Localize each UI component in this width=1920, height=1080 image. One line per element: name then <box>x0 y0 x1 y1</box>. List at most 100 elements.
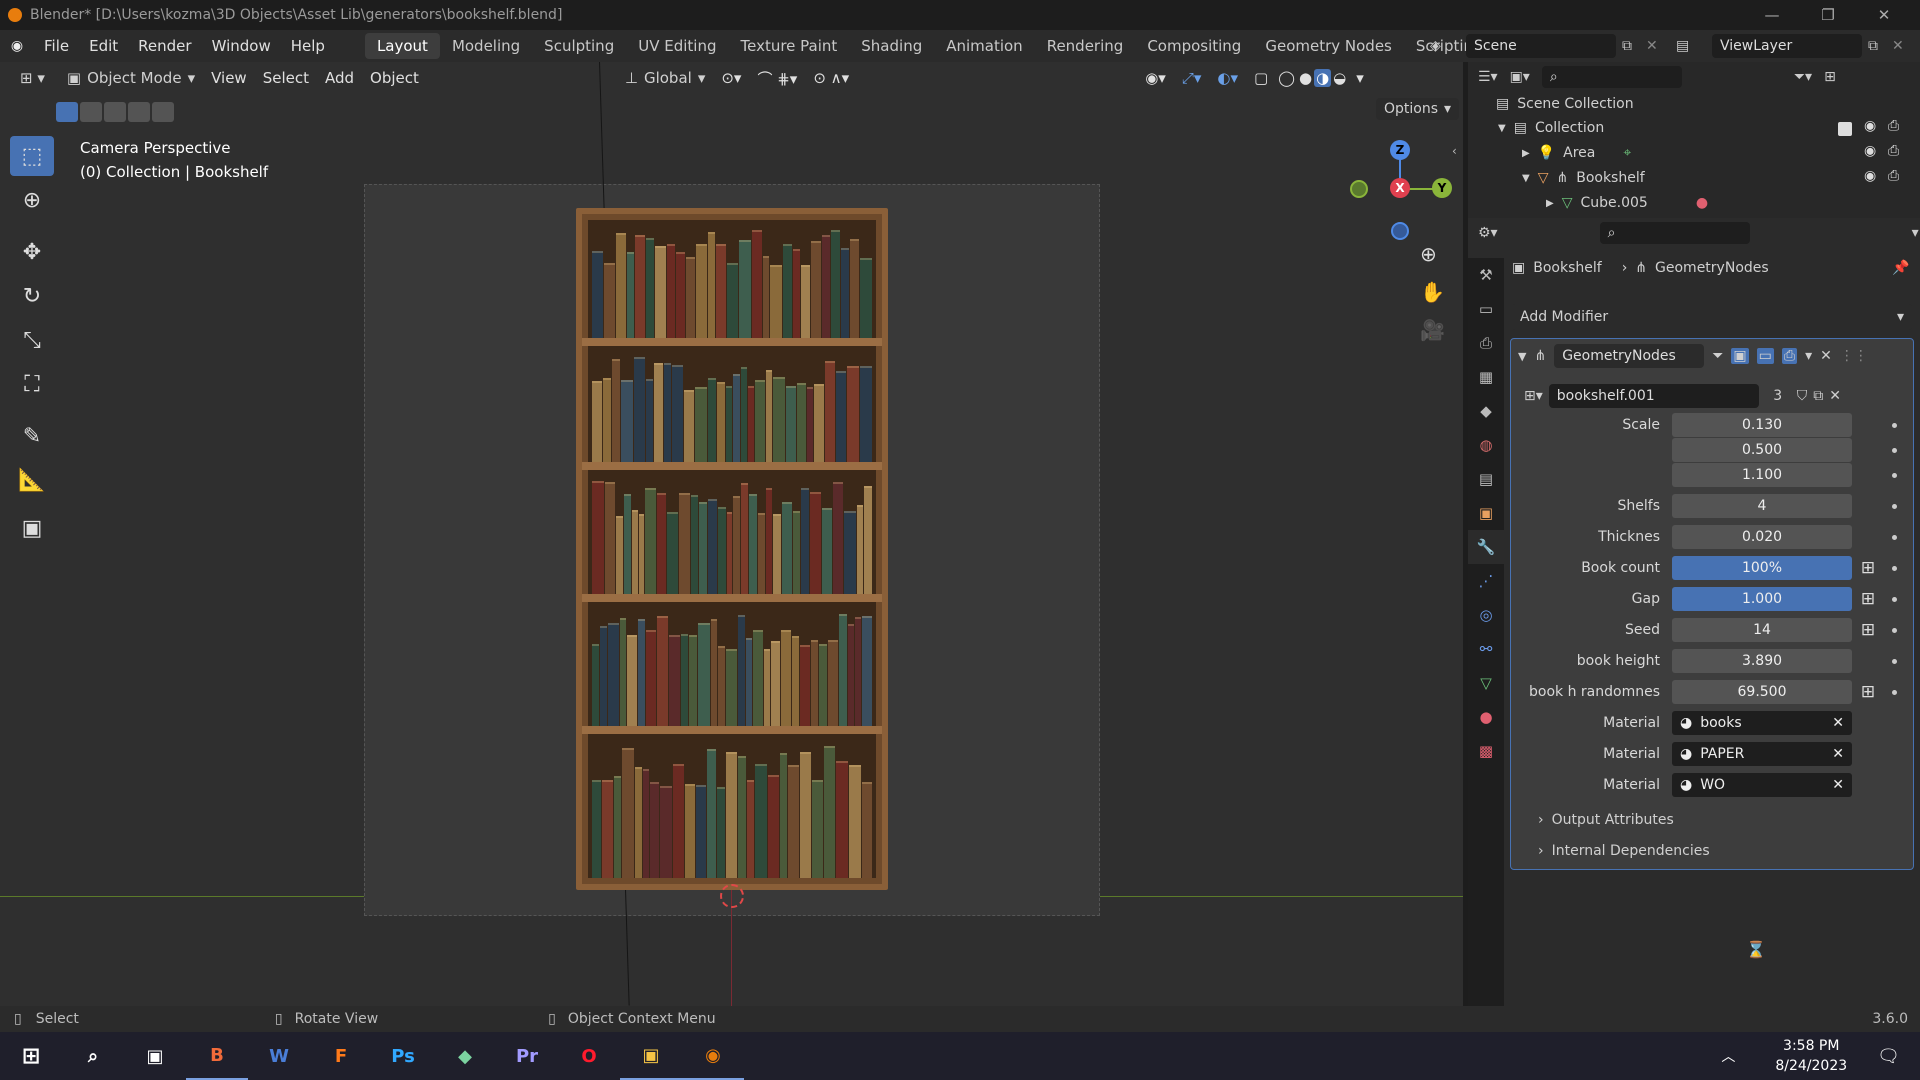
minimize-icon[interactable]: — <box>1744 0 1800 30</box>
pin-icon[interactable]: 📌 <box>1892 260 1909 276</box>
brave-icon[interactable]: B <box>186 1032 248 1080</box>
param-value[interactable]: 14 <box>1672 618 1852 642</box>
tab-sculpting[interactable]: Sculpting <box>532 33 626 59</box>
render-tab-icon[interactable]: ▭ <box>1468 292 1504 326</box>
param-value[interactable]: 1.000 <box>1672 587 1852 611</box>
outliner-row[interactable]: ▶ ▽ Cube.005 ● <box>1546 195 1708 211</box>
cursor-tool-icon[interactable]: ⊕ <box>10 180 54 220</box>
file-explorer-icon[interactable]: ▣ <box>620 1032 682 1080</box>
param-value[interactable]: 0.020 <box>1672 525 1852 549</box>
shading-material-icon[interactable]: ◑ <box>1314 69 1332 87</box>
outliner-row[interactable]: ▶ 💡 Area ⌖ <box>1522 145 1631 161</box>
select-mode-buttons[interactable] <box>56 102 174 122</box>
rotate-tool-icon[interactable]: ↻ <box>10 276 54 316</box>
editor-type-icon[interactable]: ☰▾ <box>1478 69 1498 85</box>
photoshop-icon[interactable]: Ps <box>372 1032 434 1080</box>
gizmo-neg-y[interactable] <box>1350 180 1368 198</box>
transform-tool-icon[interactable]: ⛶ <box>10 364 54 404</box>
add-cube-tool-icon[interactable]: ▣ <box>10 508 54 548</box>
clock[interactable]: 3:58 PM 8/24/2023 <box>1775 1036 1847 1076</box>
menu-view[interactable]: View <box>203 69 255 87</box>
pan-hand-icon[interactable]: ✋ <box>1420 280 1445 304</box>
shading-rendered-icon[interactable]: ◒ <box>1331 69 1348 87</box>
output-tab-icon[interactable]: ⎙ <box>1468 326 1504 360</box>
gizmo-z-axis[interactable]: Z <box>1390 140 1410 160</box>
menu-render[interactable]: Render <box>128 37 201 55</box>
gizmo-toggle-icon[interactable]: ⤢▾ <box>1174 69 1210 87</box>
keyframe-dot-icon[interactable] <box>1892 534 1897 540</box>
node-group-field[interactable]: bookshelf.001 <box>1548 384 1759 408</box>
unlink-icon[interactable]: ✕ <box>1829 388 1841 404</box>
gizmo-neg-z[interactable] <box>1391 222 1409 240</box>
delete-scene-icon[interactable]: ✕ <box>1646 38 1658 54</box>
tab-animation[interactable]: Animation <box>934 33 1034 59</box>
menu-window[interactable]: Window <box>202 37 281 55</box>
scene-tab-icon[interactable]: ◆ <box>1468 394 1504 428</box>
overlay-toggle-icon[interactable]: ◐▾ <box>1209 69 1246 87</box>
opera-icon[interactable]: O <box>558 1032 620 1080</box>
render-camera-icon[interactable]: ⎙ <box>1888 168 1899 184</box>
menu-edit[interactable]: Edit <box>79 37 128 55</box>
3d-viewport[interactable]: ⊞ ▾ ▣ Object Mode ▾ View Select Add Obje… <box>0 62 1463 1006</box>
keyframe-dot-icon[interactable] <box>1892 689 1897 695</box>
attribute-toggle-icon[interactable]: ⊞ <box>1856 618 1880 642</box>
zoom-icon[interactable]: ⊕ <box>1420 242 1437 266</box>
param-value[interactable]: 0.130 <box>1672 413 1852 437</box>
data-tab-icon[interactable]: ▽ <box>1468 666 1504 700</box>
snap-icon[interactable]: ⌒ ⋕▾ <box>749 68 805 89</box>
collection-exclude-checkbox[interactable] <box>1838 122 1852 136</box>
select-intersect-icon[interactable] <box>152 102 174 122</box>
maximize-icon[interactable]: ❐ <box>1800 0 1856 30</box>
keyframe-dot-icon[interactable] <box>1892 658 1897 664</box>
keyframe-dot-icon[interactable] <box>1892 565 1897 571</box>
word-icon[interactable]: W <box>248 1032 310 1080</box>
tab-texture-paint[interactable]: Texture Paint <box>728 33 849 59</box>
search-icon[interactable]: ⌕ <box>62 1032 124 1080</box>
internal-dependencies-panel[interactable]: › Internal Dependencies <box>1538 843 1710 859</box>
mode-selector[interactable]: ▣ Object Mode ▾ <box>59 66 203 90</box>
3d-cursor-icon[interactable] <box>720 884 744 908</box>
tab-modeling[interactable]: Modeling <box>440 33 532 59</box>
attribute-toggle-icon[interactable]: ⊞ <box>1856 680 1880 704</box>
new-scene-icon[interactable]: ⧉ <box>1622 38 1632 54</box>
scale-tool-icon[interactable]: ⤡ <box>10 320 54 360</box>
menu-file[interactable]: File <box>34 37 79 55</box>
editor-type-icon[interactable]: ⚙▾ <box>1478 225 1498 241</box>
app-icon[interactable]: ◆ <box>434 1032 496 1080</box>
display-mode-icon[interactable]: ▣▾ <box>1510 69 1530 85</box>
firefox-icon[interactable]: F <box>310 1032 372 1080</box>
modifier-name-field[interactable]: GeometryNodes <box>1554 344 1705 368</box>
transform-orientation-dropdown[interactable]: ⊥ Global ▾ <box>617 66 713 90</box>
shading-wireframe-icon[interactable]: ◯ <box>1276 69 1297 87</box>
xray-icon[interactable]: ▢ <box>1246 69 1276 87</box>
options-dropdown-icon[interactable]: ▾ <box>1912 225 1919 241</box>
param-value[interactable]: 100% <box>1672 556 1852 580</box>
add-modifier-button[interactable]: Add Modifier ▾ <box>1512 304 1912 330</box>
collapse-arrow-icon[interactable]: ▼ <box>1518 350 1526 363</box>
view-layer-icon[interactable]: ▤ <box>1676 38 1689 54</box>
physics-tab-icon[interactable]: ◎ <box>1468 598 1504 632</box>
clear-material-icon[interactable]: ✕ <box>1832 746 1844 762</box>
attribute-toggle-icon[interactable]: ⊞ <box>1856 556 1880 580</box>
visibility-eye-icon[interactable]: ◉ <box>1864 118 1876 134</box>
select-extend-icon[interactable] <box>80 102 102 122</box>
drag-handle-icon[interactable]: ⋮⋮ <box>1840 348 1868 364</box>
keyframe-dot-icon[interactable] <box>1892 422 1897 428</box>
menu-help[interactable]: Help <box>281 37 335 55</box>
clear-material-icon[interactable]: ✕ <box>1832 777 1844 793</box>
expand-arrow-icon[interactable]: ▼ <box>1522 173 1530 184</box>
navigation-gizmo[interactable]: X Y Z <box>1350 140 1452 240</box>
delete-view-layer-icon[interactable]: ✕ <box>1892 38 1904 54</box>
viewport-display-icon[interactable]: ▭ <box>1756 348 1774 364</box>
tab-geometry-nodes[interactable]: Geometry Nodes <box>1253 33 1404 59</box>
cage-icon[interactable]: ▣ <box>1731 348 1749 364</box>
shading-solid-icon[interactable]: ● <box>1297 69 1314 87</box>
render-camera-icon[interactable]: ⎙ <box>1888 143 1899 159</box>
outliner-search-input[interactable]: ⌕ <box>1541 66 1682 88</box>
world-tab-icon[interactable]: ◍ <box>1468 428 1504 462</box>
keyframe-dot-icon[interactable] <box>1892 627 1897 633</box>
tab-compositing[interactable]: Compositing <box>1135 33 1253 59</box>
attribute-toggle-icon[interactable]: ⊞ <box>1856 587 1880 611</box>
render-toggle-icon[interactable]: ⎙ <box>1781 348 1798 364</box>
measure-tool-icon[interactable]: 📐 <box>10 460 54 500</box>
